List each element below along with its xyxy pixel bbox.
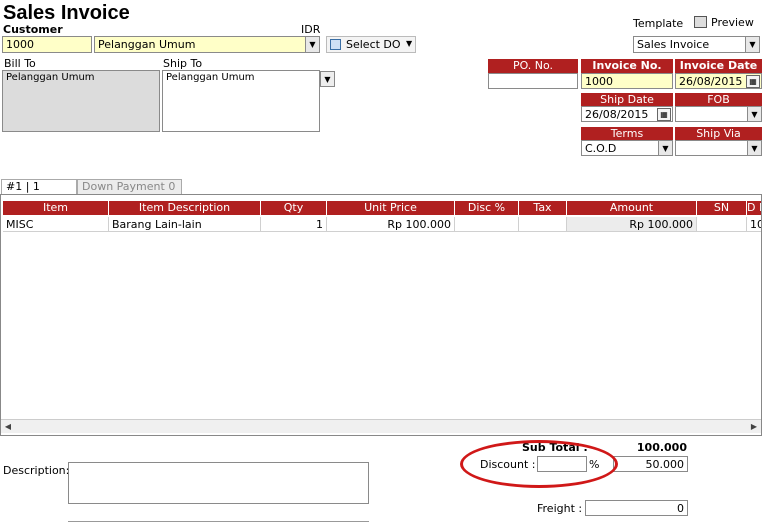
chevron-down-icon[interactable]: ▼ [747,141,761,155]
column-header-unit-price[interactable]: Unit Price [327,201,455,215]
ship-via-combo[interactable]: ▼ [675,140,762,156]
invoice-date-value: 26/08/2015 [679,75,743,88]
divider [68,521,369,522]
customer-name-text: Pelanggan Umum [98,38,196,51]
column-header-qty[interactable]: Qty [261,201,327,215]
column-header-dn[interactable]: D N [747,201,761,215]
invoice-no-label: Invoice No. [581,59,673,73]
cell-disc[interactable] [455,217,519,232]
ship-date-field[interactable]: 26/08/2015 ▦ [581,106,673,122]
template-value: Sales Invoice [637,38,710,51]
ship-via-label: Ship Via [675,127,762,141]
select-do-label: Select DO [346,38,401,51]
chevron-down-icon[interactable]: ▼ [658,141,672,155]
cell-sn[interactable] [697,217,747,232]
scroll-right-icon[interactable]: ▶ [747,420,761,434]
currency-label: IDR [301,23,321,36]
terms-label: Terms [581,127,673,141]
description-label: Description: [3,464,70,477]
tab-items[interactable]: #1 | 1 Items [1,179,77,207]
po-no-label: PO. No. [488,59,578,73]
calendar-icon[interactable]: ▦ [746,75,760,88]
fob-combo[interactable]: ▼ [675,106,762,122]
template-label: Template [633,17,684,30]
ship-to-label: Ship To [163,57,203,70]
column-header-sn[interactable]: SN [697,201,747,215]
customer-label: Customer [3,23,63,36]
cell-dn[interactable]: 10 [747,217,761,232]
highlight-circle [460,440,618,488]
description-textarea[interactable] [68,462,369,504]
column-header-tax[interactable]: Tax [519,201,567,215]
invoice-date-field[interactable]: 26/08/2015 ▦ [675,73,762,89]
po-no-field[interactable] [488,73,578,89]
tab-down-payment[interactable]: Down Payment 0 [77,179,182,195]
ship-date-value: 26/08/2015 [585,108,649,121]
chevron-down-icon[interactable]: ▼ [747,107,761,121]
cell-item[interactable]: MISC [3,217,109,232]
terms-combo[interactable]: C.O.D ▼ [581,140,673,156]
ship-date-label: Ship Date [581,93,673,107]
preview-label: Preview [711,16,754,29]
column-header-amount[interactable]: Amount [567,201,697,215]
printer-icon [694,16,707,28]
chevron-down-icon: ▼ [406,39,413,48]
column-header-item[interactable]: Item [3,201,109,215]
bill-to-textarea[interactable]: Pelanggan Umum [2,70,160,132]
cell-amount: Rp 100.000 [567,217,697,232]
ship-to-textarea[interactable]: Pelanggan Umum [162,70,320,132]
cell-unit-price[interactable]: Rp 100.000 [327,217,455,232]
sub-total-value: 100.000 [636,441,687,454]
chevron-down-icon[interactable]: ▼ [745,37,759,52]
customer-name-combo[interactable]: Pelanggan Umum ▼ [94,36,320,53]
select-do-button[interactable]: Select DO ▼ [326,36,416,53]
cell-tax[interactable] [519,217,567,232]
terms-value: C.O.D [585,142,617,155]
invoice-no-field[interactable]: 1000 [581,73,673,89]
column-header-description[interactable]: Item Description [109,201,261,215]
scroll-left-icon[interactable]: ◀ [1,420,15,434]
cell-qty[interactable]: 1 [261,217,327,232]
freight-label: Freight : [537,502,583,515]
document-icon [330,39,341,50]
fob-label: FOB [675,93,762,107]
preview-button[interactable]: Preview [692,14,760,32]
customer-code-field[interactable]: 1000 [2,36,92,53]
chevron-down-icon[interactable]: ▼ [320,71,335,87]
template-combo[interactable]: Sales Invoice ▼ [633,36,760,53]
chevron-down-icon[interactable]: ▼ [305,37,319,52]
page-title: Sales Invoice [3,2,130,24]
bill-to-label: Bill To [4,57,36,70]
column-header-disc[interactable]: Disc % [455,201,519,215]
freight-field[interactable]: 0 [585,500,688,516]
horizontal-scrollbar[interactable]: ◀ ▶ [1,419,761,433]
discount-amount-field[interactable]: 50.000 [613,456,688,472]
cell-description[interactable]: Barang Lain-lain [109,217,261,232]
items-grid: Item Item Description Qty Unit Price Dis… [0,194,762,436]
invoice-date-label: Invoice Date [675,59,762,73]
calendar-icon[interactable]: ▦ [657,108,671,121]
